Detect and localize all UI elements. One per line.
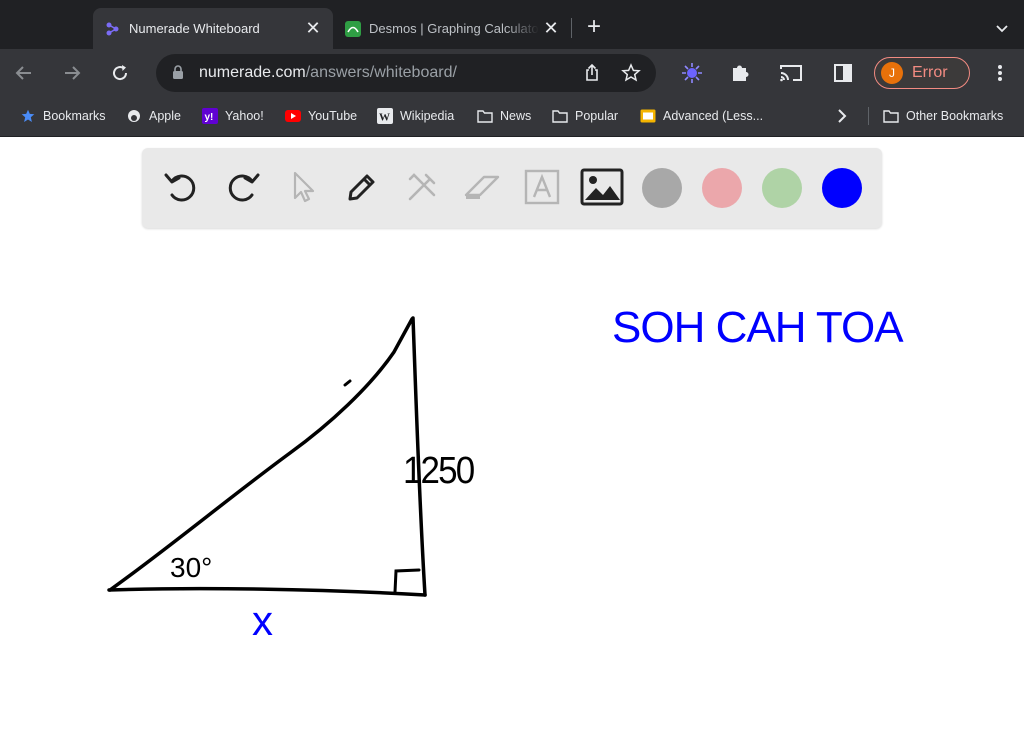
unknown-x-label: x bbox=[252, 597, 273, 644]
reload-icon[interactable] bbox=[106, 59, 134, 87]
right-angle-mark bbox=[393, 568, 421, 594]
tab-numerade-whiteboard[interactable]: Numerade Whiteboard ✕ bbox=[93, 8, 333, 49]
desmos-icon bbox=[345, 20, 361, 37]
lock-icon bbox=[172, 65, 184, 85]
bookmark-bookmarks[interactable]: Bookmarks bbox=[20, 97, 106, 135]
yahoo-icon: y! bbox=[202, 108, 218, 124]
triangle-hypotenuse bbox=[108, 317, 414, 592]
tab-desmos[interactable]: Desmos | Graphing Calculator ✕ bbox=[333, 8, 571, 49]
svg-text:y!: y! bbox=[205, 112, 214, 123]
share-icon[interactable] bbox=[582, 63, 602, 88]
tab-title: Numerade Whiteboard bbox=[129, 21, 260, 36]
tab-title: Desmos | Graphing Calculator bbox=[369, 21, 539, 36]
bookmark-label: Other Bookmarks bbox=[906, 109, 1004, 123]
folder-icon bbox=[477, 108, 493, 124]
bookmark-apple[interactable]: Apple bbox=[126, 97, 181, 135]
bookmark-yahoo[interactable]: y! Yahoo! bbox=[202, 97, 264, 135]
apple-icon bbox=[126, 108, 142, 124]
side-label-1250: 1250 bbox=[403, 449, 474, 492]
bookmark-label: Popular bbox=[575, 109, 619, 123]
bookmark-label: News bbox=[500, 109, 532, 123]
bookmark-label: Wikipedia bbox=[400, 109, 455, 123]
numerade-icon bbox=[105, 21, 121, 37]
star-icon bbox=[20, 108, 36, 124]
more-menu-icon[interactable] bbox=[992, 63, 1008, 83]
tab-divider bbox=[571, 18, 572, 38]
side-panel-icon[interactable] bbox=[831, 61, 855, 85]
bookmarks-divider bbox=[868, 107, 869, 125]
tab-strip: Numerade Whiteboard ✕ Desmos | Graphing … bbox=[0, 0, 1024, 49]
youtube-icon bbox=[285, 108, 301, 124]
chevron-down-icon[interactable] bbox=[992, 18, 1012, 38]
profile-status: Error bbox=[912, 64, 948, 81]
drawing-canvas[interactable]: 1250 30° x SOH CAH TOA bbox=[0, 137, 1024, 742]
angle-label-30: 30° bbox=[170, 552, 212, 583]
bookmark-youtube[interactable]: YouTube bbox=[285, 97, 357, 135]
bookmark-label: Bookmarks bbox=[43, 109, 106, 123]
extension-sparkle-icon[interactable] bbox=[680, 61, 704, 85]
slides-icon bbox=[640, 108, 656, 124]
star-icon[interactable] bbox=[621, 63, 641, 88]
address-bar[interactable]: numerade.com/answers/whiteboard/ bbox=[156, 54, 656, 92]
svg-text:W: W bbox=[379, 112, 390, 124]
close-icon[interactable]: ✕ bbox=[301, 17, 325, 41]
bookmark-wikipedia[interactable]: W Wikipedia bbox=[377, 97, 454, 135]
bookmark-label: Apple bbox=[149, 109, 181, 123]
bookmark-other[interactable]: Other Bookmarks bbox=[883, 97, 1003, 135]
chevron-right-icon[interactable] bbox=[834, 107, 850, 130]
url-path: /answers/whiteboard/ bbox=[305, 64, 457, 81]
bookmark-label: Advanced (Less... bbox=[663, 109, 764, 123]
whiteboard-page: 1250 30° x SOH CAH TOA bbox=[0, 137, 1024, 742]
bookmark-news[interactable]: News bbox=[477, 97, 531, 135]
url-text: numerade.com/answers/whiteboard/ bbox=[199, 64, 457, 82]
hypotenuse-tick bbox=[343, 379, 352, 387]
triangle-base bbox=[107, 586, 427, 597]
profile-button[interactable]: J Error bbox=[874, 57, 970, 89]
bookmark-label: YouTube bbox=[308, 109, 358, 123]
bookmark-advanced[interactable]: Advanced (Less... bbox=[640, 97, 763, 135]
back-icon[interactable] bbox=[10, 59, 38, 87]
bookmark-popular[interactable]: Popular bbox=[552, 97, 618, 135]
cast-icon[interactable] bbox=[779, 61, 803, 85]
forward-icon[interactable] bbox=[58, 59, 86, 87]
avatar: J bbox=[881, 62, 903, 84]
bookmark-label: Yahoo! bbox=[225, 109, 264, 123]
soh-cah-toa-label: SOH CAH TOA bbox=[612, 303, 904, 352]
url-domain: numerade.com bbox=[199, 64, 306, 81]
close-icon[interactable]: ✕ bbox=[539, 17, 563, 41]
new-tab-icon[interactable]: + bbox=[582, 15, 606, 40]
folder-icon bbox=[552, 108, 568, 124]
wikipedia-icon: W bbox=[377, 108, 393, 124]
browser-toolbar: numerade.com/answers/whiteboard/ J Error bbox=[0, 49, 1024, 97]
puzzle-icon[interactable] bbox=[728, 61, 752, 85]
bookmarks-bar: Bookmarks Apple y! Yahoo! YouTube W Wiki… bbox=[0, 97, 1024, 137]
folder-icon bbox=[883, 108, 899, 124]
